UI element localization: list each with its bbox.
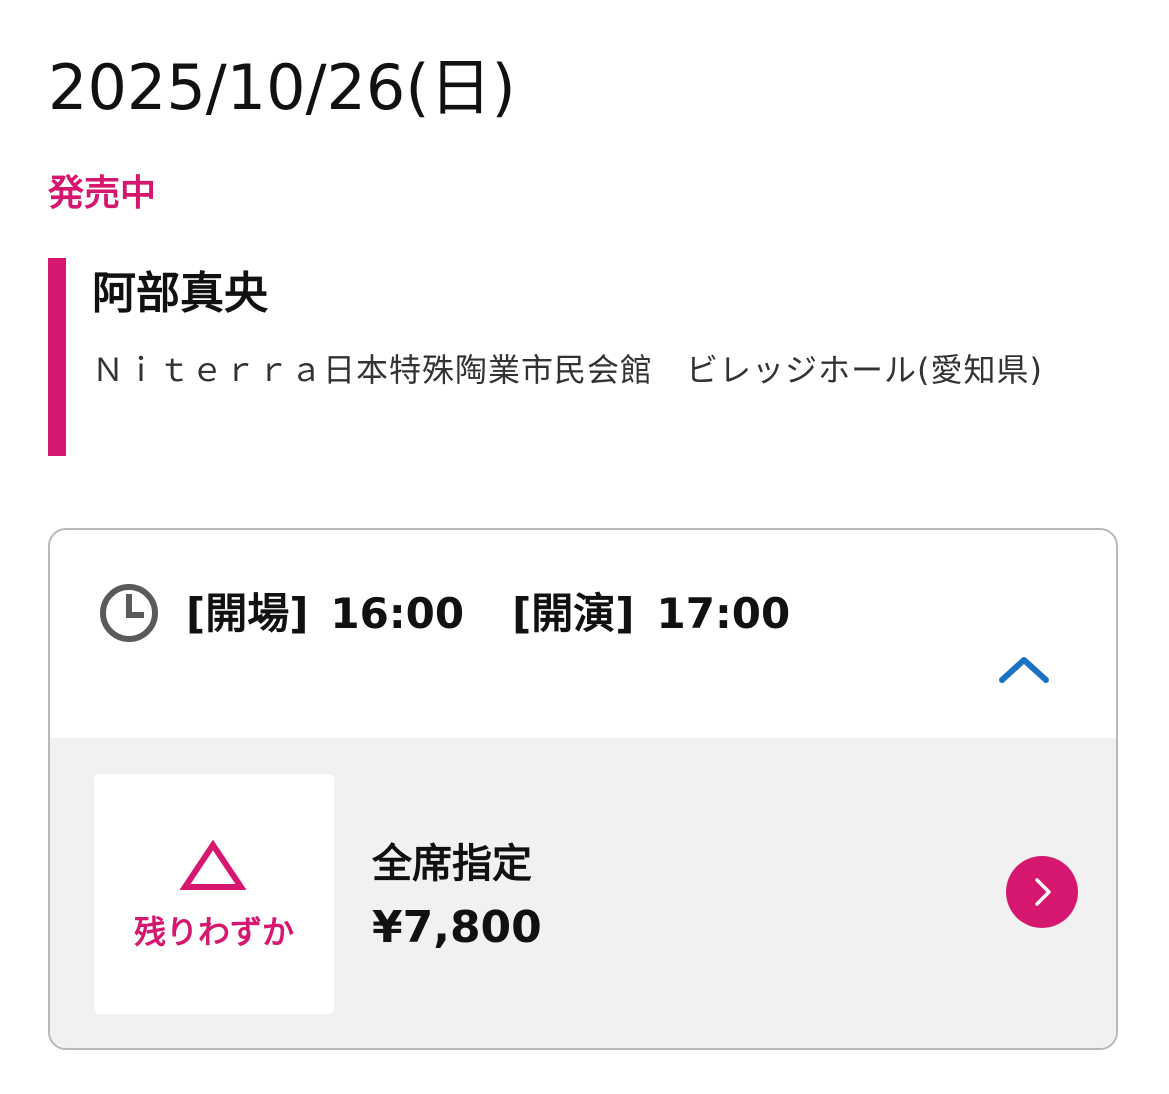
- ticket-price: ¥7,800: [372, 902, 542, 953]
- open-time: 16:00: [330, 589, 465, 638]
- show-card: [開場] 16:00 [開演] 17:00 残りわずか 全席指定 ¥7,800: [48, 528, 1118, 1050]
- show-card-header[interactable]: [開場] 16:00 [開演] 17:00: [50, 530, 1116, 738]
- triangle-icon: [180, 840, 246, 890]
- event-detail-page: 2025/10/26(日) 発売中 阿部真央 Ｎｉｔｅｒｒａ日本特殊陶業市民会館…: [0, 0, 1169, 1094]
- chevron-up-icon[interactable]: [996, 650, 1052, 686]
- chevron-right-icon: [1035, 878, 1051, 906]
- ticket-row[interactable]: 残りわずか 全席指定 ¥7,800: [50, 738, 1116, 1048]
- performance-times: [開場] 16:00 [開演] 17:00: [186, 586, 790, 642]
- open-label: [開場]: [186, 589, 309, 638]
- performer-name: 阿部真央: [92, 268, 268, 319]
- start-label: [開演]: [512, 589, 635, 638]
- sale-status-label: 発売中: [48, 173, 157, 214]
- event-date: 2025/10/26(日): [48, 51, 516, 124]
- ticket-select-button[interactable]: [1006, 856, 1078, 928]
- venue-name: Ｎｉｔｅｒｒａ日本特殊陶業市民会館 ビレッジホール(愛知県): [92, 351, 1043, 389]
- accent-bar: [48, 258, 66, 456]
- start-time: 17:00: [656, 589, 791, 638]
- availability-badge: 残りわずか: [94, 774, 334, 1014]
- seat-type: 全席指定: [372, 841, 532, 887]
- performer-block: 阿部真央 Ｎｉｔｅｒｒａ日本特殊陶業市民会館 ビレッジホール(愛知県): [48, 258, 1048, 456]
- clock-icon: [100, 584, 158, 642]
- availability-label: 残りわずか: [133, 913, 294, 951]
